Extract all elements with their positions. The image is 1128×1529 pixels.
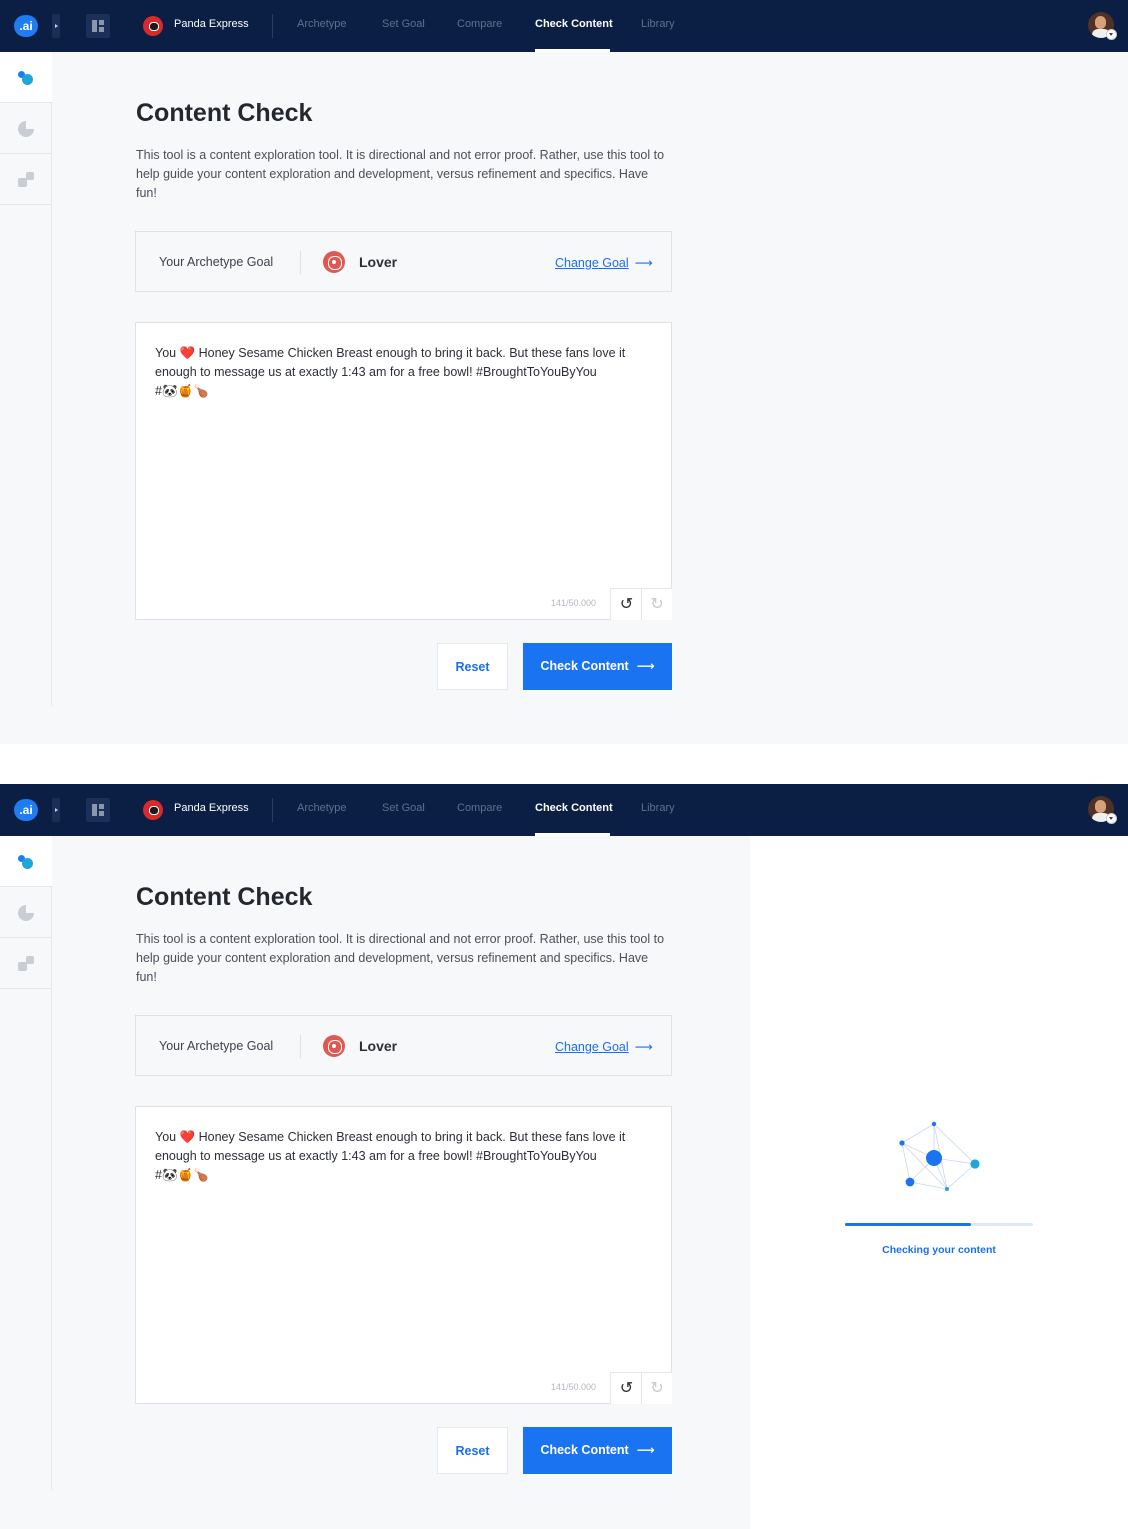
arrow-right-icon: ⟶ xyxy=(636,659,655,673)
page-title: Content Check xyxy=(136,99,313,127)
tab-compare[interactable]: Compare xyxy=(457,802,502,814)
app-logo[interactable]: .ai xyxy=(14,799,38,821)
character-count: 141/50.000 xyxy=(551,1382,597,1392)
arrow-right-icon: ⟶ xyxy=(636,1443,655,1457)
divider xyxy=(300,250,301,274)
change-goal-link[interactable]: Change Goal ⟶ xyxy=(555,255,653,270)
side-rail xyxy=(0,836,52,1489)
share-nodes-icon xyxy=(18,70,34,86)
brand-name[interactable]: Panda Express xyxy=(174,802,249,814)
tab-library[interactable]: Library xyxy=(641,802,675,814)
reset-button[interactable]: Reset xyxy=(437,1427,508,1474)
arrow-right-icon: ⟶ xyxy=(634,1040,653,1054)
sidebar-item-share[interactable] xyxy=(0,836,52,887)
pie-chart-icon xyxy=(18,120,35,137)
undo-button[interactable]: ↺ xyxy=(610,588,642,620)
sidebar-item-chart[interactable] xyxy=(0,103,52,154)
tab-compare[interactable]: Compare xyxy=(457,18,502,30)
change-goal-label: Change Goal xyxy=(555,1040,629,1054)
top-navbar: .ai Panda Express Archetype Set Goal Com… xyxy=(0,784,1128,836)
tab-set-goal[interactable]: Set Goal xyxy=(382,802,425,814)
loading-panel: Checking your content xyxy=(750,836,1128,1529)
network-graph-icon xyxy=(899,1121,980,1191)
undo-button[interactable]: ↺ xyxy=(610,1372,642,1404)
page-title: Content Check xyxy=(136,883,313,911)
side-rail xyxy=(0,52,52,705)
sidebar-item-blocks[interactable] xyxy=(0,938,52,989)
screen-initial: .ai Panda Express Archetype Set Goal Com… xyxy=(0,0,1128,744)
divider xyxy=(272,798,273,822)
divider xyxy=(272,14,273,38)
brand-name[interactable]: Panda Express xyxy=(174,18,249,30)
target-icon xyxy=(323,1035,345,1057)
pie-chart-icon xyxy=(18,904,35,921)
heart-emoji: ❤️ xyxy=(179,1130,196,1144)
arrow-right-icon: ⟶ xyxy=(634,256,653,270)
dashboard-grid-icon[interactable] xyxy=(86,798,110,822)
top-navbar: .ai Panda Express Archetype Set Goal Com… xyxy=(0,0,1128,52)
reset-button[interactable]: Reset xyxy=(437,643,508,690)
chevron-down-icon[interactable] xyxy=(1106,813,1117,824)
sidebar-item-chart[interactable] xyxy=(0,887,52,938)
chevron-down-icon[interactable] xyxy=(1106,29,1117,40)
active-tab-indicator xyxy=(535,49,610,52)
hashtag-line: #🐼🍯🍗 xyxy=(155,1168,209,1182)
goal-label: Your Archetype Goal xyxy=(159,255,274,269)
app-logo[interactable]: .ai xyxy=(14,15,38,37)
change-goal-label: Change Goal xyxy=(555,256,629,270)
heart-emoji: ❤️ xyxy=(179,346,196,360)
check-content-button[interactable]: Check Content ⟶ xyxy=(523,643,672,690)
content-editor[interactable]: You ❤️ Honey Sesame Chicken Breast enoug… xyxy=(135,1106,672,1404)
goal-value: Lover xyxy=(359,254,398,270)
goal-label: Your Archetype Goal xyxy=(159,1039,274,1053)
blocks-icon xyxy=(18,956,34,972)
screen-checking: .ai Panda Express Archetype Set Goal Com… xyxy=(0,784,1128,1529)
redo-button[interactable]: ↻ xyxy=(641,588,672,620)
check-content-button[interactable]: Check Content ⟶ xyxy=(523,1427,672,1474)
character-count: 141/50.000 xyxy=(551,598,597,608)
redo-button[interactable]: ↻ xyxy=(641,1372,672,1404)
archetype-goal-panel: Your Archetype Goal Lover Change Goal ⟶ xyxy=(135,231,672,292)
intro-text: This tool is a content exploration tool.… xyxy=(136,148,665,200)
brand-logo-icon xyxy=(143,800,163,820)
sidebar-item-share[interactable] xyxy=(0,52,52,103)
tab-check-content[interactable]: Check Content xyxy=(535,18,613,30)
dashboard-grid-icon[interactable] xyxy=(86,14,110,38)
progress-bar xyxy=(845,1223,1033,1226)
editor-text[interactable]: You ❤️ Honey Sesame Chicken Breast enoug… xyxy=(155,344,645,401)
divider xyxy=(300,1034,301,1058)
brand-logo-icon xyxy=(143,16,163,36)
collapse-toggle-icon[interactable] xyxy=(52,798,60,822)
tab-set-goal[interactable]: Set Goal xyxy=(382,18,425,30)
content-editor[interactable]: You ❤️ Honey Sesame Chicken Breast enoug… xyxy=(135,322,672,620)
intro-text: This tool is a content exploration tool.… xyxy=(136,932,665,984)
progress-fill xyxy=(845,1223,971,1226)
tab-library[interactable]: Library xyxy=(641,18,675,30)
blocks-icon xyxy=(18,172,34,188)
active-tab-indicator xyxy=(535,833,610,836)
archetype-goal-panel: Your Archetype Goal Lover Change Goal ⟶ xyxy=(135,1015,672,1076)
editor-text[interactable]: You ❤️ Honey Sesame Chicken Breast enoug… xyxy=(155,1128,645,1185)
hashtag-line: #🐼🍯🍗 xyxy=(155,384,209,398)
target-icon xyxy=(323,251,345,273)
tab-check-content[interactable]: Check Content xyxy=(535,802,613,814)
share-nodes-icon xyxy=(18,854,34,870)
tab-archetype[interactable]: Archetype xyxy=(297,802,347,814)
collapse-toggle-icon[interactable] xyxy=(52,14,60,38)
sidebar-item-blocks[interactable] xyxy=(0,154,52,205)
tab-archetype[interactable]: Archetype xyxy=(297,18,347,30)
goal-value: Lover xyxy=(359,1038,398,1054)
change-goal-link[interactable]: Change Goal ⟶ xyxy=(555,1039,653,1054)
loading-status-text: Checking your content xyxy=(882,1244,996,1256)
